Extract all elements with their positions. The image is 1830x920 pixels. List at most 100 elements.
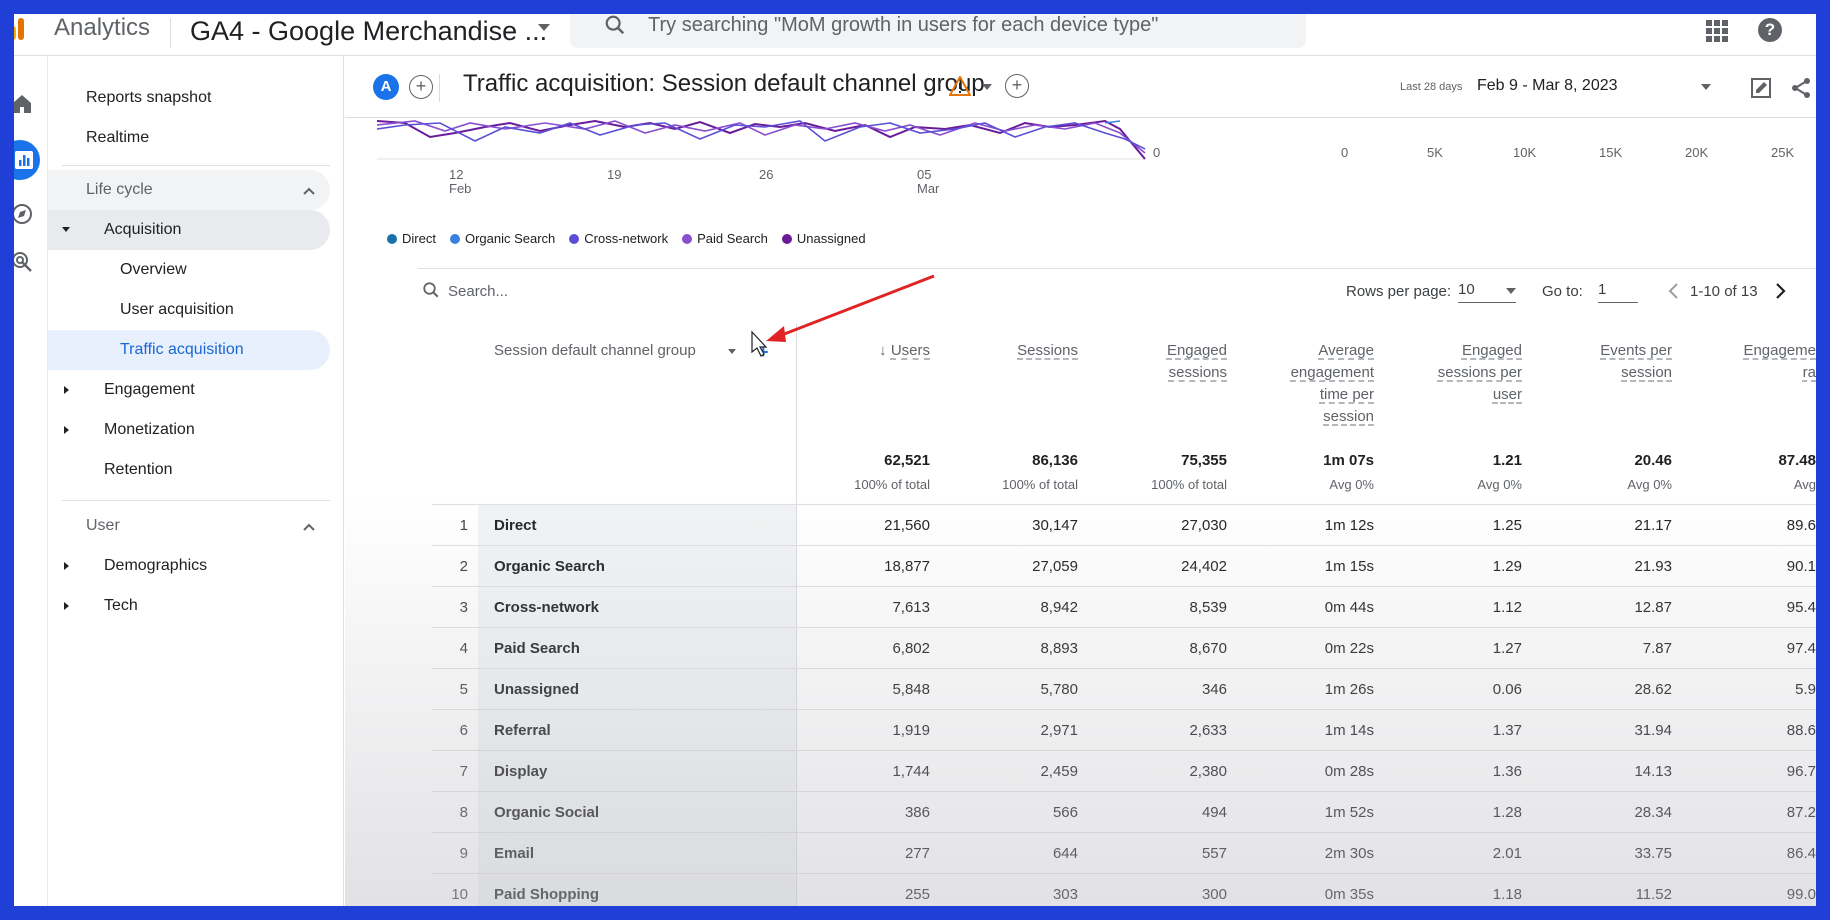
property-caret-icon[interactable] xyxy=(538,24,550,31)
table-row[interactable]: 4 Paid Search 6,802 8,893 8,670 0m 22s 1.27 7.8… xyxy=(432,627,1816,668)
metric-total-sub: Avg 0% xyxy=(1477,477,1522,492)
metric-cell: 1m 15s xyxy=(1324,558,1374,575)
dimension-caret-icon[interactable] xyxy=(728,349,736,354)
table-row[interactable]: 3 Cross-network 7,613 8,942 8,539 0m 44s 1.12 1… xyxy=(432,586,1816,627)
table-row[interactable]: 7 Display 1,744 2,459 2,380 0m 28s 1.36 14.13 96… xyxy=(432,750,1816,791)
sidebar-section-user[interactable]: User xyxy=(48,506,330,546)
x-tick-label: 26 xyxy=(759,167,774,182)
chevron-right-icon[interactable] xyxy=(1772,281,1788,301)
sidebar-item-engagement[interactable]: Engagement xyxy=(48,370,330,410)
metric-cell: 12.87 xyxy=(1634,599,1672,616)
add-title-icon[interactable]: + xyxy=(1005,74,1029,98)
metric-header[interactable]: Engaged sessions per user xyxy=(1438,340,1522,406)
property-selector[interactable]: GA4 - Google Merchandise ... xyxy=(190,16,547,47)
sidebar-item-monetization[interactable]: Monetization xyxy=(48,410,330,450)
table-row[interactable]: 5 Unassigned 5,848 5,780 346 1m 26s 0.06 28.62 5… xyxy=(432,668,1816,709)
metric-cell: 1.27 xyxy=(1492,640,1522,657)
sidebar-item-reports-snapshot[interactable]: Reports snapshot xyxy=(48,78,330,118)
row-index: 1 xyxy=(459,517,468,534)
table-row[interactable]: 6 Referral 1,919 2,971 2,633 1m 14s 1.37 31.94 8… xyxy=(432,709,1816,750)
dimension-header-label[interactable]: Session default channel group xyxy=(494,342,696,359)
home-icon[interactable] xyxy=(14,92,34,116)
add-dimension-icon[interactable]: + xyxy=(758,342,769,363)
advertising-icon[interactable] xyxy=(14,250,34,274)
metric-header-label: ra xyxy=(1802,364,1816,381)
table-row[interactable]: 2 Organic Search 18,877 27,059 24,402 1m 15s 1… xyxy=(432,545,1816,586)
metric-total: 86,136 xyxy=(1032,452,1078,469)
sidebar-item-realtime[interactable]: Realtime xyxy=(48,118,330,158)
chevron-left-icon[interactable] xyxy=(1666,281,1682,301)
table-row[interactable]: 1 Direct 21,560 30,147 27,030 1m 12s 1.25 21.17… xyxy=(432,504,1816,545)
metric-header-label: sessions xyxy=(1168,364,1227,381)
explore-icon[interactable] xyxy=(14,202,34,226)
channel-name: Paid Search xyxy=(494,640,580,657)
sidebar-item-acquisition[interactable]: Acquisition xyxy=(48,210,330,250)
share-icon[interactable] xyxy=(1789,76,1813,100)
metric-cell: 33.75 xyxy=(1634,845,1672,862)
dimension-cell: Email xyxy=(478,833,796,873)
channel-name: Cross-network xyxy=(494,599,600,616)
reports-icon[interactable] xyxy=(14,148,36,172)
metric-header[interactable]: ↓ Users xyxy=(879,340,930,362)
sidebar-item-retention[interactable]: Retention xyxy=(48,450,330,490)
dimension-cell: Cross-network xyxy=(478,587,796,627)
metric-cell: 0m 35s xyxy=(1324,886,1374,903)
metric-header[interactable]: Engageme ra xyxy=(1743,340,1816,384)
metric-cell: 28.34 xyxy=(1634,804,1672,821)
add-comparison-icon[interactable]: + xyxy=(409,75,433,99)
table-search-input[interactable] xyxy=(448,279,748,303)
channel-name: Email xyxy=(494,845,535,862)
metric-cell: 27,059 xyxy=(1032,558,1078,575)
help-icon[interactable]: ? xyxy=(1758,18,1782,42)
date-range-picker[interactable]: Feb 9 - Mar 8, 2023 xyxy=(1477,77,1618,95)
row-index: 7 xyxy=(459,763,468,780)
sidebar-section-lifecycle[interactable]: Life cycle xyxy=(48,170,330,210)
sidebar-section-label: User xyxy=(86,517,120,534)
bar-tick-label: 15K xyxy=(1599,145,1623,160)
legend-dot-icon xyxy=(781,233,792,244)
sidebar-item-tech[interactable]: Tech xyxy=(48,586,330,626)
metric-cell: 18,877 xyxy=(884,558,930,575)
dimension-cell: Unassigned xyxy=(478,669,796,709)
dimension-header: Session default channel group + xyxy=(432,324,796,504)
metric-header[interactable]: Average engagement time per session xyxy=(1291,340,1374,428)
goto-page-input[interactable]: 1 xyxy=(1598,279,1638,303)
metric-header[interactable]: Sessions xyxy=(1017,340,1078,362)
x-tick-month: Feb xyxy=(449,181,472,196)
metric-header[interactable]: Events per session xyxy=(1600,340,1672,384)
legend-item[interactable]: Direct xyxy=(387,231,436,246)
metric-cell: 300 xyxy=(1201,886,1227,903)
sidebar-divider xyxy=(62,165,330,166)
line-chart xyxy=(376,119,1146,160)
sidebar-item-user-acquisition[interactable]: User acquisition xyxy=(48,290,330,330)
rows-per-page-select[interactable]: 10 xyxy=(1458,279,1516,303)
metric-header-label: Average xyxy=(1318,342,1374,359)
legend-item[interactable]: Cross-network xyxy=(569,231,668,246)
table-row[interactable]: 8 Organic Social 386 566 494 1m 52s 1.28 28.34 8… xyxy=(432,791,1816,832)
metric-cell: 1m 26s xyxy=(1324,681,1374,698)
legend-item[interactable]: Paid Search xyxy=(682,231,768,246)
table-row[interactable]: 9 Email 277 644 557 2m 30s 2.01 33.75 86.4 xyxy=(432,832,1816,873)
comparison-avatar[interactable]: A xyxy=(373,74,399,100)
title-caret-icon[interactable] xyxy=(982,84,992,90)
global-search[interactable]: Try searching "MoM growth in users for e… xyxy=(570,14,1306,48)
legend-item[interactable]: Unassigned xyxy=(781,231,866,246)
sidebar-item-overview[interactable]: Overview xyxy=(48,250,330,290)
sidebar-item-demographics[interactable]: Demographics xyxy=(48,546,330,586)
metric-cell: 1,744 xyxy=(892,763,930,780)
customize-report-icon[interactable] xyxy=(1749,76,1773,100)
metric-cell: 2m 30s xyxy=(1324,845,1374,862)
apps-grid-icon[interactable] xyxy=(1706,20,1728,42)
sidebar-item-traffic-acquisition[interactable]: Traffic acquisition xyxy=(48,330,330,370)
date-caret-icon[interactable] xyxy=(1701,84,1711,90)
search-placeholder: Try searching "MoM growth in users for e… xyxy=(648,14,1159,36)
pagination-text: 1-10 of 13 xyxy=(1690,283,1758,300)
metric-cell: 5,780 xyxy=(1040,681,1078,698)
table-row[interactable]: 10 Paid Shopping 255 303 300 0m 35s 1.18 11.52 9… xyxy=(432,873,1816,906)
app-name: Analytics xyxy=(54,14,151,41)
warning-icon[interactable] xyxy=(949,76,971,96)
sidebar-item-label: Demographics xyxy=(104,557,208,574)
metric-header[interactable]: Engaged sessions xyxy=(1167,340,1227,384)
legend-item[interactable]: Organic Search xyxy=(449,231,555,246)
row-index: 8 xyxy=(459,804,468,821)
